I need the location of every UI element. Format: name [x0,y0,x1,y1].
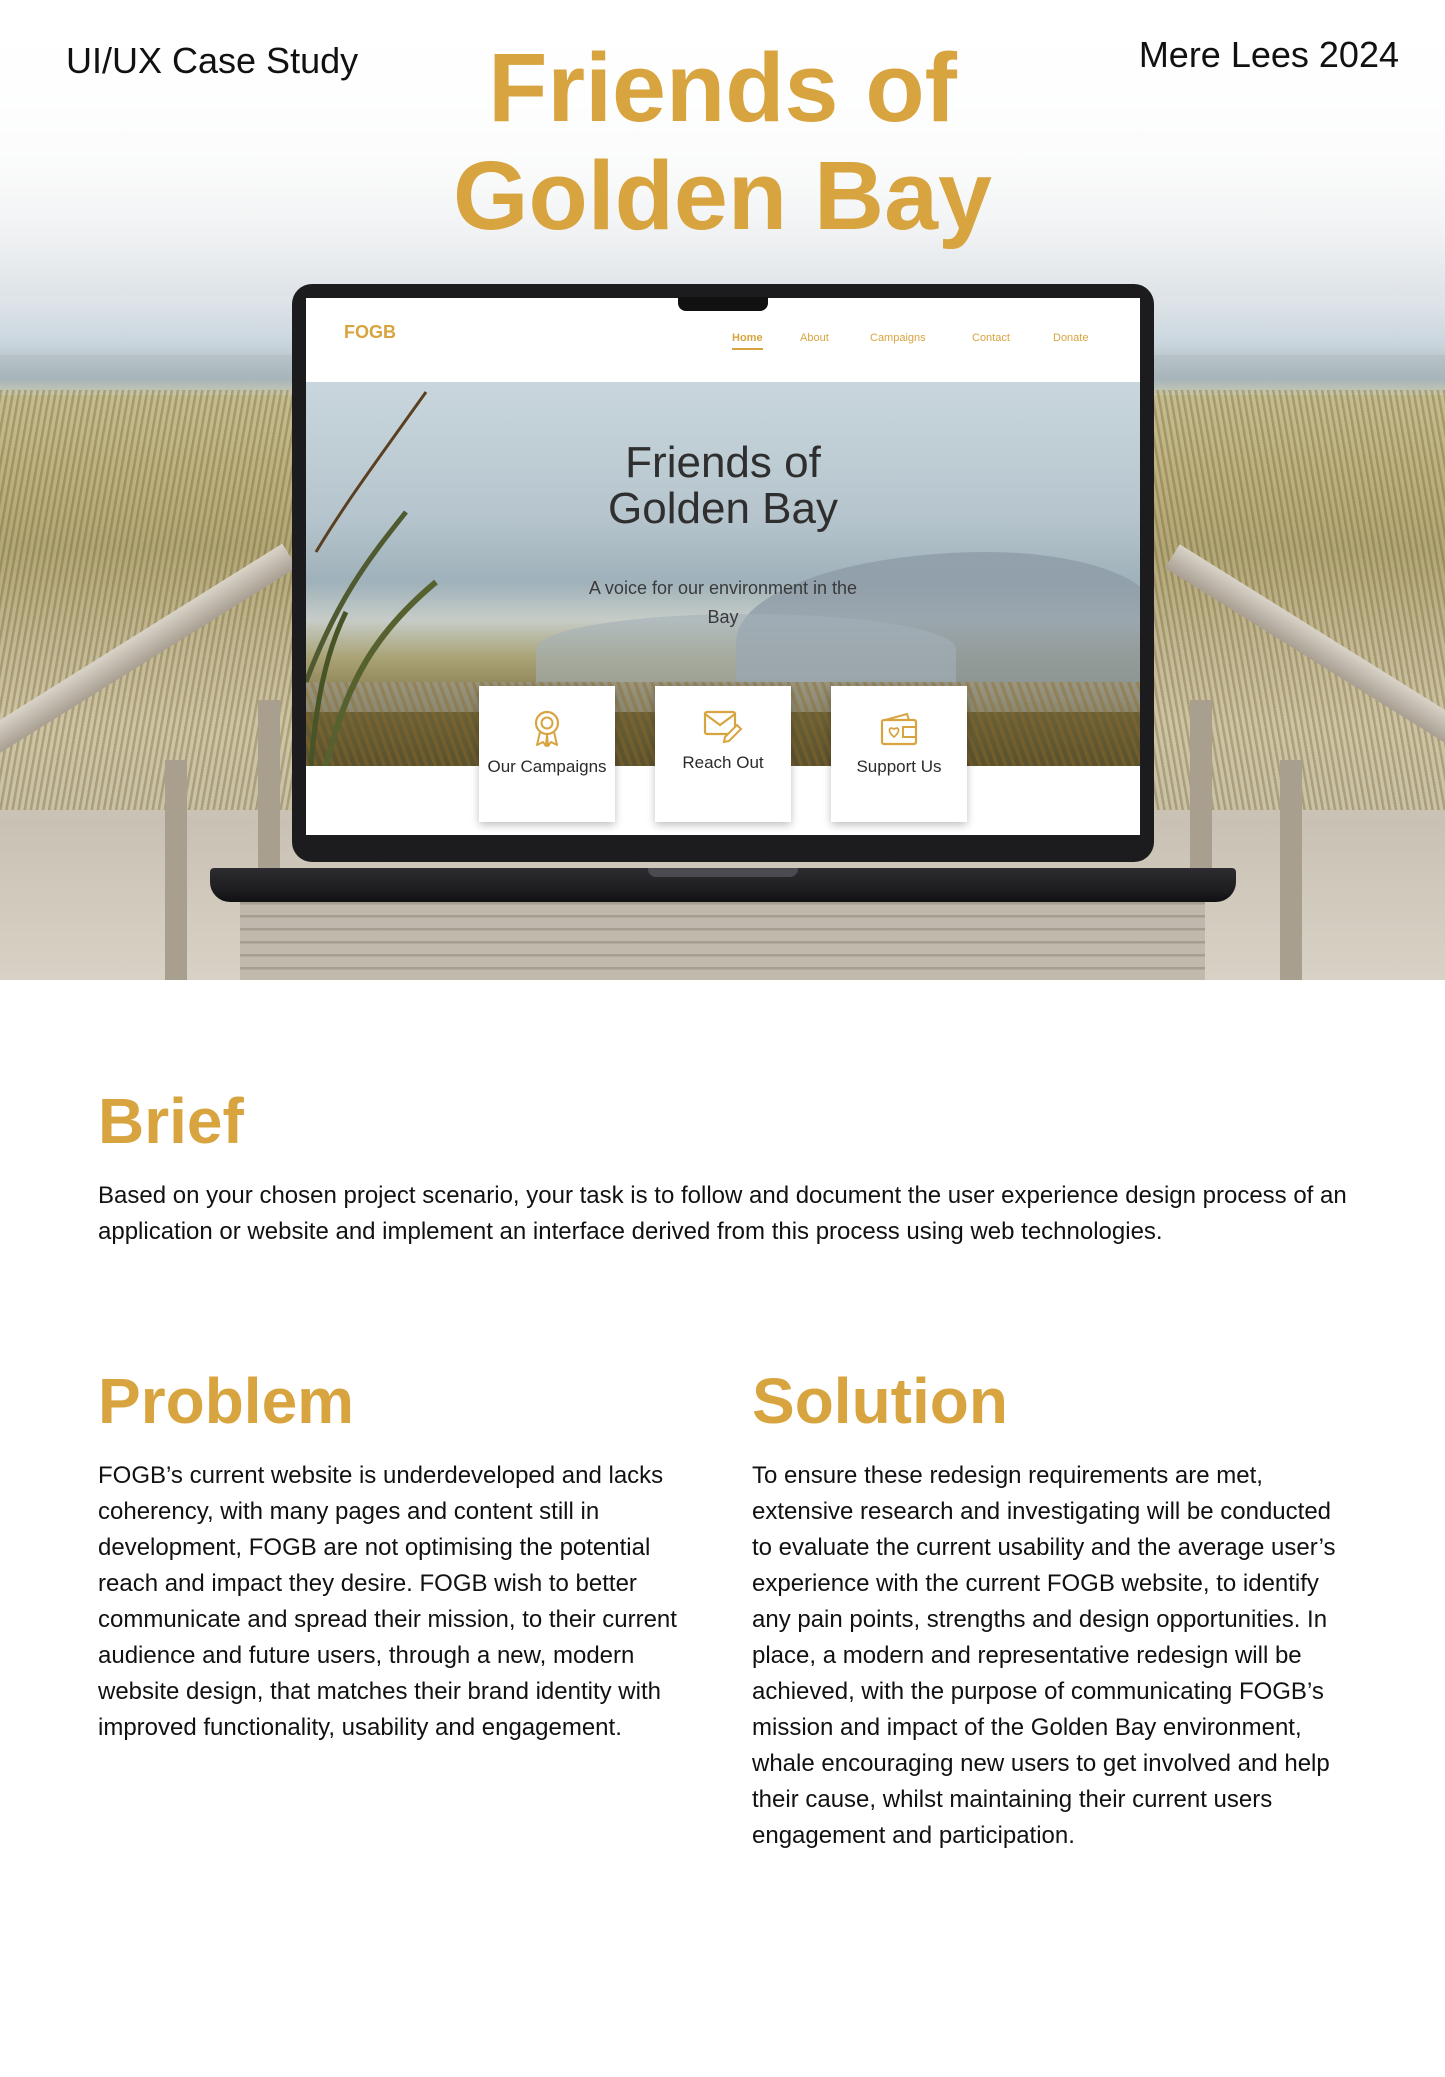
rail-post [1190,700,1212,890]
laptop-screen: FOGB Home About Campaigns Contact Donate… [306,298,1140,835]
rail-post [165,760,187,980]
case-study-label: UI/UX Case Study [66,40,359,81]
nav-link-donate[interactable]: Donate [1053,332,1088,344]
laptop-mockup: FOGB Home About Campaigns Contact Donate… [292,284,1154,862]
card-label: Support Us [856,757,942,776]
laptop-base [210,868,1236,902]
card-support-us[interactable]: Support Us [831,686,967,822]
laptop-hinge-lip [648,868,798,877]
rail-post [258,700,280,890]
award-badge-icon [534,710,560,747]
nav-link-contact[interactable]: Contact [972,332,1010,344]
card-label: Reach Out [682,753,764,772]
dune-grass-left [0,390,330,810]
brief-heading: Brief [98,1085,244,1157]
author-year-label: Mere Lees 2024 [1138,34,1399,75]
rail-post [1280,760,1302,980]
problem-text: FOGB’s current website is underdeveloped… [98,1462,677,1741]
solution-heading: Solution [752,1365,1008,1437]
site-hero-title: Friends of Golden Bay [608,438,838,533]
nav-link-about[interactable]: About [800,332,829,344]
mail-pencil-icon [703,710,743,744]
card-reach-out[interactable]: Reach Out [655,686,791,822]
site-hero-subtitle: A voice for our environment in the Bay [588,578,858,627]
flax-leaf-decoration [306,391,438,766]
problem-heading: Problem [98,1365,355,1437]
camera-notch [678,297,768,311]
page-title: Friends of Golden Bay [453,33,992,250]
brief-text: Based on your chosen project scenario, y… [98,1182,1347,1245]
nav-link-campaigns[interactable]: Campaigns [870,332,926,344]
wallet-heart-icon [880,712,918,746]
site-logo[interactable]: FOGB [344,322,396,343]
nav-link-home[interactable]: Home [732,332,763,350]
solution-text: To ensure these redesign requirements ar… [752,1462,1336,1849]
card-our-campaigns[interactable]: Our Campaigns [479,686,615,822]
card-label: Our Campaigns [487,757,607,776]
